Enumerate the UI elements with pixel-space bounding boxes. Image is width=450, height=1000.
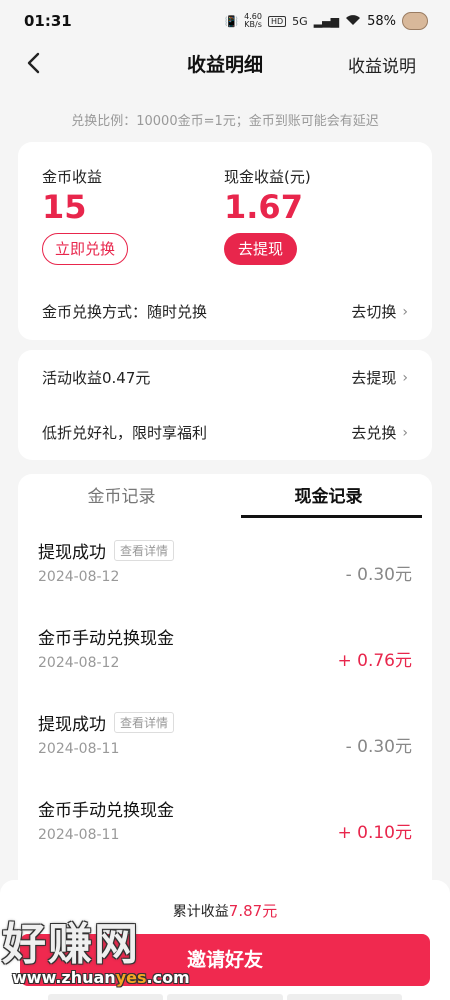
tab-cash-records[interactable]: 现金记录 [225,474,432,520]
avatar-icon [402,12,428,30]
nav-bar: 收益明细 收益说明 [0,42,450,84]
discount-gift-row[interactable]: 低折兑好礼，限时享福利 去兑换 › [42,405,408,460]
list-item: 提现成功 查看详情 2024-08-12 - 0.30元 [38,538,412,624]
record-title: 提现成功 [38,543,106,563]
watermark-logo: 好赚网 [2,919,140,970]
record-title: 金币手动兑换现金 [38,629,174,649]
watermark-url-highlight: yes [115,968,147,987]
watermark-url: www.zhuanyes.com [12,968,202,987]
coin-balance-value: 15 [42,188,87,226]
status-time: 01:31 [24,12,72,30]
vibrate-icon: 📳 [224,14,239,28]
withdraw-button[interactable]: 去提现 [224,233,298,265]
view-details-button[interactable]: 查看详情 [114,712,175,733]
page-title: 收益明细 [186,53,263,76]
record-amount: - 0.30元 [345,737,412,757]
list-item: 提现成功 查看详情 2024-08-11 - 0.30元 [38,710,412,796]
net-speed-unit: KB/s [244,20,262,29]
strip-segment [286,994,402,1000]
back-button[interactable] [18,48,48,78]
record-amount: + 0.10元 [337,823,413,843]
record-amount: + 0.76元 [337,651,413,671]
cash-balance-label: 现金收益(元) [224,168,311,186]
chevron-right-icon: › [402,303,408,320]
record-title: 提现成功 [38,715,106,735]
activity-card: 活动收益0.47元 去提现 › 低折兑好礼，限时享福利 去兑换 › [18,350,432,460]
watermark-url-suffix: .com [146,968,190,987]
coin-balance-label: 金币收益 [42,168,103,186]
switch-mode-label: 去切换 [351,303,397,321]
exchange-mode-row[interactable]: 金币兑换方式：随时兑换 去切换 › [42,301,408,322]
net-speed: 4.60 KB/s [244,13,262,29]
activity-withdraw-label: 去提现 [351,369,397,387]
balance-card: 金币收益 15 立即兑换 现金收益(元) 1.67 去提现 金币兑换方式：随时兑… [18,142,432,340]
list-item: 金币手动兑换现金 2024-08-12 + 0.76元 [38,624,412,710]
activity-earnings-label: 活动收益0.47元 [42,369,151,387]
activity-withdraw-link[interactable]: 去提现 › [351,367,408,388]
network-label: 5G [292,14,308,28]
status-icons: 📳 4.60 KB/s HD 5G ▂▄▆ 58% [224,12,428,30]
switch-mode-link[interactable]: 去切换 › [351,301,408,322]
record-title: 金币手动兑换现金 [38,801,174,821]
list-item: 金币手动兑换现金 2024-08-11 + 0.10元 [38,796,412,882]
battery-percentage: 58% [367,13,396,29]
records-card: 金币记录 现金记录 提现成功 查看详情 2024-08-12 - 0.30元 金… [18,474,432,894]
exchange-rate-tip: 兑换比例：10000金币=1元；金币到账可能会有延迟 [71,114,379,129]
cash-balance-value: 1.67 [224,188,303,226]
exchange-mode-label: 金币兑换方式：随时兑换 [42,303,208,321]
earnings-info-link[interactable]: 收益说明 [348,52,416,77]
discount-gift-label: 低折兑好礼，限时享福利 [42,424,208,442]
chevron-right-icon: › [402,369,408,386]
hd-badge: HD [267,15,287,27]
back-arrow-icon [27,52,40,74]
status-bar: 01:31 📳 4.60 KB/s HD 5G ▂▄▆ 58% [0,0,450,42]
view-details-button[interactable]: 查看详情 [114,540,175,561]
discount-exchange-link[interactable]: 去兑换 › [351,422,408,443]
activity-earnings-row[interactable]: 活动收益0.47元 去提现 › [42,350,408,405]
tab-coin-records[interactable]: 金币记录 [18,474,225,520]
coin-balance: 金币收益 15 立即兑换 [42,166,129,265]
signal-icon: ▂▄▆ [313,14,340,28]
record-amount: - 0.30元 [345,565,412,585]
total-earnings-value: 7.87元 [228,902,278,920]
watermark-url-prefix: www.zhuan [12,968,116,987]
discount-exchange-label: 去兑换 [351,424,397,442]
cash-balance: 现金收益(元) 1.67 去提现 [224,166,311,265]
site-watermark: 好赚网 www.zhuanyes.com [2,908,202,998]
exchange-now-button[interactable]: 立即兑换 [42,233,129,265]
wifi-icon [345,14,361,29]
records-tabs: 金币记录 现金记录 [18,474,432,520]
chevron-right-icon: › [402,424,408,441]
